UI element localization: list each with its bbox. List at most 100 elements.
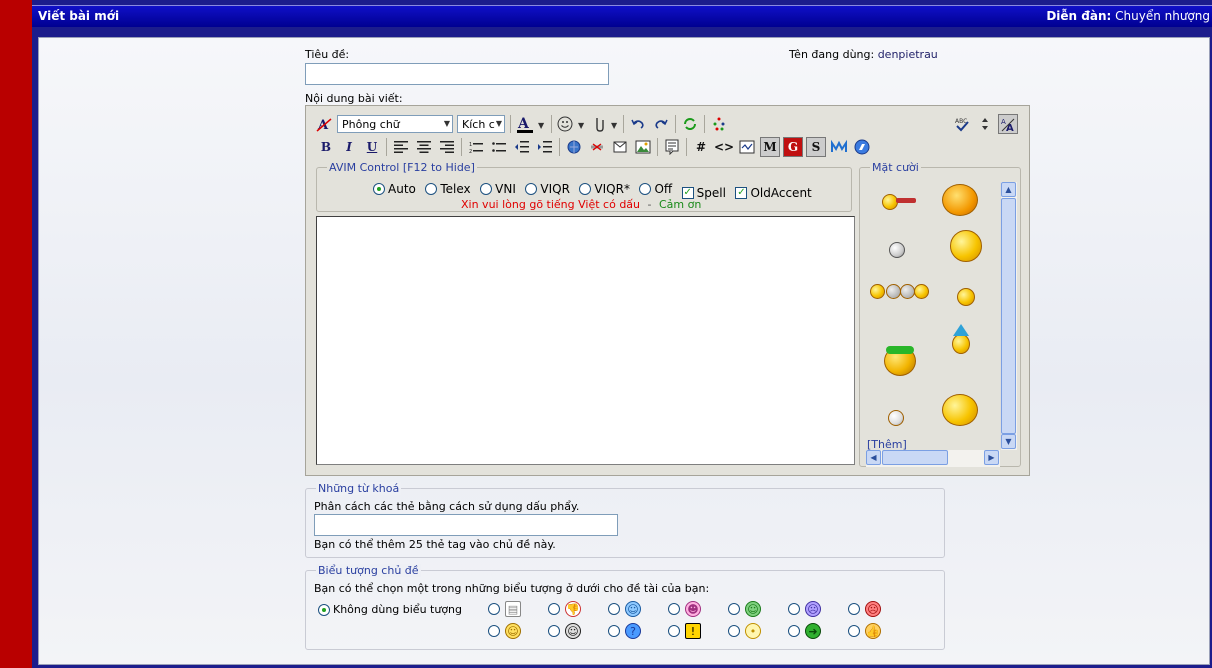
- post-icon-option[interactable]: 👍: [848, 623, 881, 639]
- undo-icon[interactable]: [628, 114, 648, 134]
- checkmark-icon: ✓: [735, 187, 748, 199]
- post-icon-option[interactable]: ?: [608, 623, 641, 639]
- message-textarea[interactable]: [316, 216, 855, 465]
- smilie-group-icon: [900, 284, 915, 299]
- avim-option-viqr[interactable]: VIQR: [525, 182, 570, 196]
- g-button[interactable]: G: [783, 137, 803, 157]
- insert-image-icon[interactable]: [633, 137, 653, 157]
- post-icon-none-label: Không dùng biểu tượng: [333, 603, 463, 616]
- avim-option-telex[interactable]: Telex: [425, 182, 471, 196]
- post-icon-option[interactable]: ☺: [488, 623, 521, 639]
- smilie-thinking-icon[interactable]: [888, 410, 904, 426]
- align-right-icon[interactable]: [437, 137, 457, 157]
- smilie-menu-button[interactable]: ▼: [556, 114, 586, 134]
- outdent-icon[interactable]: [512, 137, 532, 157]
- hscroll-thumb[interactable]: [882, 450, 948, 465]
- toggle-wysiwyg-icon[interactable]: AA: [998, 114, 1018, 134]
- smilie-gun-barrel-icon: [896, 198, 916, 203]
- scroll-up-icon[interactable]: ▲: [1001, 182, 1016, 197]
- indent-icon[interactable]: [535, 137, 555, 157]
- align-left-icon[interactable]: [391, 137, 411, 157]
- compass-icon[interactable]: [852, 137, 872, 157]
- media-icon[interactable]: [829, 137, 849, 157]
- quote-icon[interactable]: [662, 137, 682, 157]
- code-hash-button[interactable]: #: [691, 137, 711, 157]
- tags-input[interactable]: [314, 514, 618, 536]
- forum-name-link[interactable]: Chuyển nhượng: [1115, 9, 1210, 23]
- post-icon-option[interactable]: ☹: [788, 601, 821, 617]
- page-header: Viết bài mới Diễn đàn: Chuyển nhượng: [32, 5, 1212, 27]
- switch-mode-icon[interactable]: [680, 114, 700, 134]
- arrow-right-icon: ➜: [805, 623, 821, 639]
- smilie-grin-icon[interactable]: [942, 394, 978, 426]
- post-icon-option[interactable]: ☺: [548, 623, 581, 639]
- oldaccent-label: OldAccent: [750, 186, 812, 200]
- smilies-horizontal-scrollbar[interactable]: ◀ ▶: [866, 450, 1000, 467]
- post-icon-option[interactable]: ☹: [848, 601, 881, 617]
- radio-icon: [788, 625, 800, 637]
- font-select-value: Phông chữ: [342, 117, 400, 131]
- post-icon-none-option[interactable]: Không dùng biểu tượng: [318, 603, 462, 616]
- post-icon-option[interactable]: 👎: [548, 601, 581, 617]
- resize-dots-icon[interactable]: [709, 114, 729, 134]
- post-icon-option[interactable]: •: [728, 623, 761, 639]
- scroll-left-icon[interactable]: ◀: [866, 450, 881, 465]
- font-select[interactable]: Phông chữ ▼: [337, 115, 453, 133]
- align-center-icon[interactable]: [414, 137, 434, 157]
- smilies-list: [Thêm]: [860, 174, 1000, 464]
- size-select[interactable]: Kích c ▼: [457, 115, 505, 133]
- avim-option-vni[interactable]: VNI: [480, 182, 516, 196]
- text-color-button[interactable]: A ▼: [515, 114, 547, 134]
- avim-oldaccent-checkbox[interactable]: ✓ OldAccent: [735, 186, 812, 200]
- post-icon-option[interactable]: ☻: [668, 601, 701, 617]
- smilie-shy-icon[interactable]: [957, 288, 975, 306]
- radio-icon: [668, 625, 680, 637]
- toolbar-right: ABC AA: [952, 114, 1021, 134]
- avim-option-off[interactable]: Off: [639, 182, 672, 196]
- post-icon-option[interactable]: ➜: [788, 623, 821, 639]
- radio-icon: [848, 625, 860, 637]
- smilie-group-icon[interactable]: [870, 284, 885, 299]
- underline-button[interactable]: U: [362, 137, 382, 157]
- unordered-list-icon[interactable]: [489, 137, 509, 157]
- avim-option-viqr-star[interactable]: VIQR*: [579, 182, 630, 196]
- svg-text:A: A: [517, 116, 530, 132]
- notice-green: Cảm ơn: [659, 198, 702, 211]
- avim-option-label: Off: [654, 182, 673, 196]
- left-border: [0, 0, 32, 668]
- post-icon-option[interactable]: !: [668, 623, 701, 639]
- attachment-menu-button[interactable]: ▼: [589, 114, 619, 134]
- redo-icon[interactable]: [651, 114, 671, 134]
- smilie-grey-icon[interactable]: [889, 242, 905, 258]
- insert-email-icon[interactable]: [610, 137, 630, 157]
- smilies-vertical-scrollbar[interactable]: ▲ ▼: [1000, 182, 1017, 450]
- smilie-party-icon[interactable]: [952, 334, 970, 354]
- scroll-right-icon[interactable]: ▶: [984, 450, 999, 465]
- smilie-glasses-icon[interactable]: [950, 230, 982, 262]
- scroll-down-icon[interactable]: ▼: [1001, 434, 1016, 449]
- title-input[interactable]: [305, 63, 609, 85]
- ordered-list-icon[interactable]: 12: [466, 137, 486, 157]
- insert-link-icon[interactable]: [564, 137, 584, 157]
- avim-option-auto[interactable]: Auto: [373, 182, 416, 196]
- html-code-button[interactable]: <>: [714, 137, 734, 157]
- m-button[interactable]: M: [760, 137, 780, 157]
- radio-icon: [488, 625, 500, 637]
- post-icon-option[interactable]: ☺: [728, 601, 761, 617]
- smilies-panel: Mặt cười [Thêm] ▲ ▼ ◀ ▶: [859, 161, 1021, 467]
- php-code-icon[interactable]: [737, 137, 757, 157]
- main-frame: Viết bài mới Diễn đàn: Chuyển nhượng Tiê…: [32, 0, 1212, 668]
- post-icon-option[interactable]: ☺: [608, 601, 641, 617]
- radio-icon: [548, 603, 560, 615]
- remove-format-icon[interactable]: A: [314, 114, 334, 134]
- spellcheck-icon[interactable]: ABC: [952, 114, 972, 134]
- scroll-thumb[interactable]: [1001, 198, 1016, 434]
- s-button[interactable]: S: [806, 137, 826, 157]
- smilie-wink-icon[interactable]: [942, 184, 978, 216]
- tags-panel: Những từ khoá Phân cách các thẻ bằng các…: [305, 482, 945, 558]
- bold-button[interactable]: B: [316, 137, 336, 157]
- resize-icon[interactable]: [975, 114, 995, 134]
- italic-button[interactable]: I: [339, 137, 359, 157]
- remove-link-icon[interactable]: [587, 137, 607, 157]
- post-icon-option[interactable]: ▤: [488, 601, 521, 617]
